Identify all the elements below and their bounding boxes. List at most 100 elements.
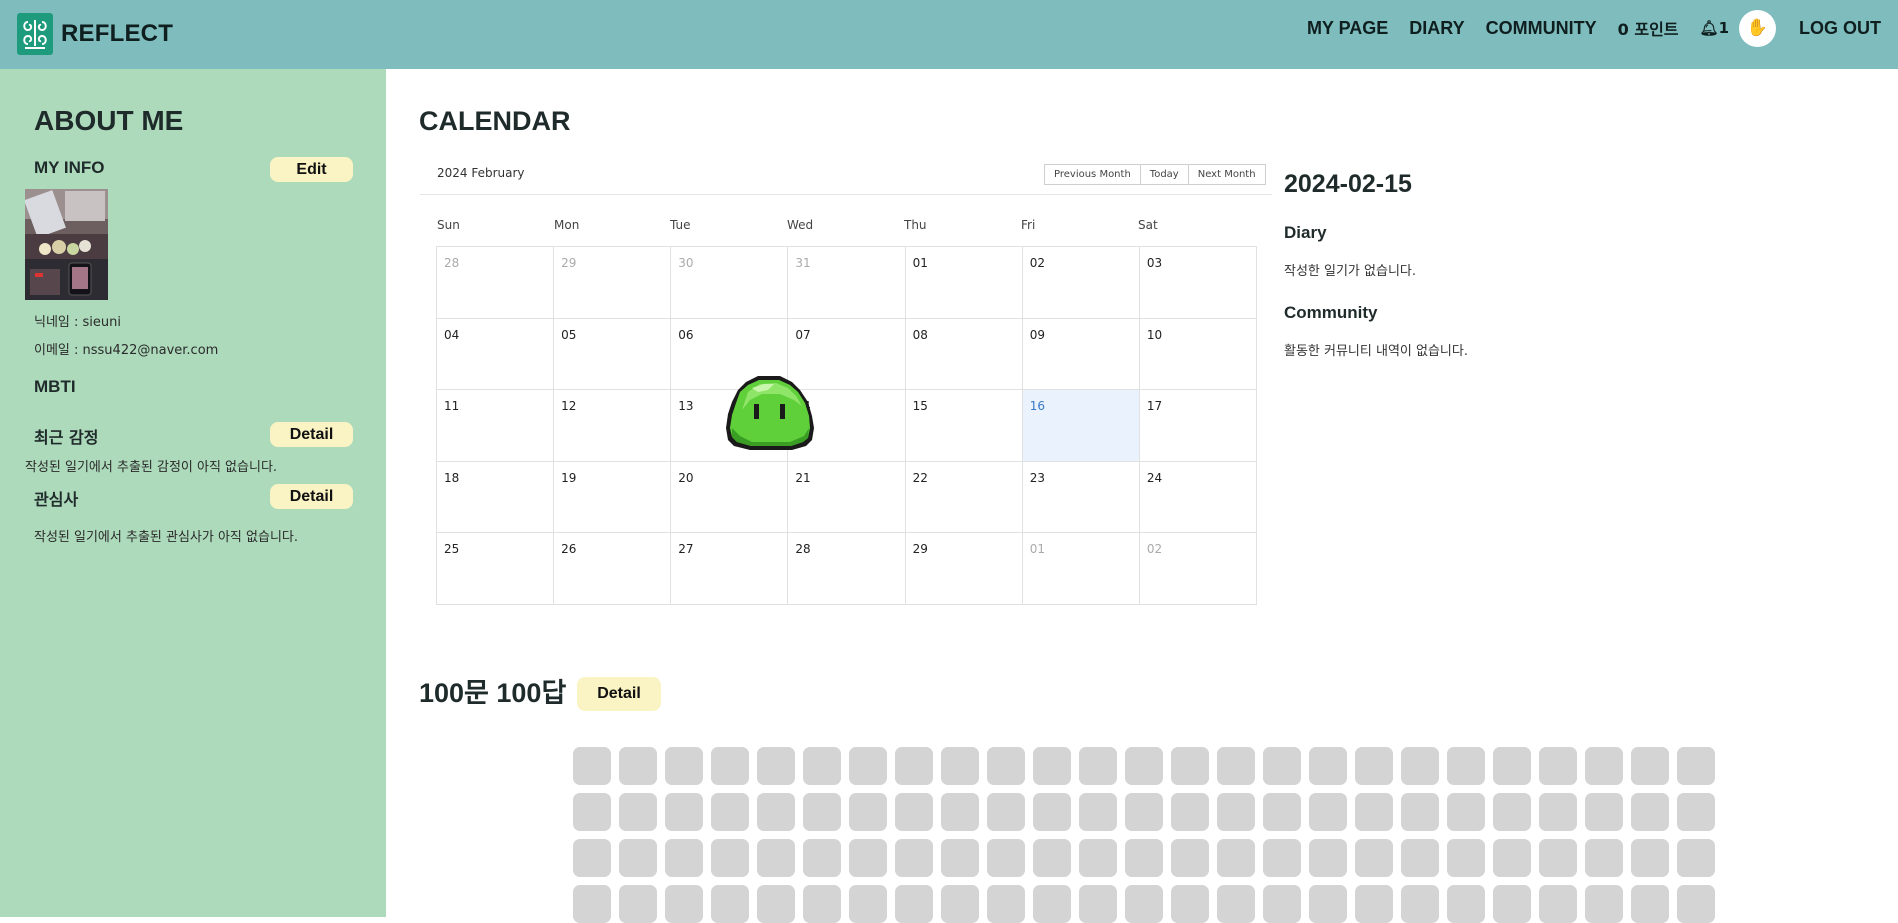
calendar-day[interactable]: 22 — [905, 461, 1023, 534]
calendar-day[interactable]: 05 — [554, 318, 672, 391]
qa-cell[interactable] — [1125, 885, 1163, 923]
qa-cell[interactable] — [1631, 839, 1669, 877]
qa-cell[interactable] — [1079, 793, 1117, 831]
calendar-day[interactable]: 21 — [788, 461, 906, 534]
qa-cell[interactable] — [1309, 885, 1347, 923]
calendar-day[interactable]: 30 — [671, 247, 789, 319]
qa-cell[interactable] — [987, 885, 1025, 923]
qa-cell[interactable] — [1447, 839, 1485, 877]
qa-cell[interactable] — [1447, 747, 1485, 785]
qa-cell[interactable] — [1171, 793, 1209, 831]
qa-cell[interactable] — [1401, 839, 1439, 877]
qa-cell[interactable] — [711, 885, 749, 923]
qa-cell[interactable] — [1631, 747, 1669, 785]
qa-cell[interactable] — [619, 839, 657, 877]
calendar-day[interactable]: 31 — [788, 247, 906, 319]
qa-cell[interactable] — [1677, 793, 1715, 831]
calendar-day[interactable]: 26 — [554, 533, 672, 605]
calendar-day[interactable]: 04 — [437, 318, 555, 391]
calendar-day[interactable]: 28 — [788, 533, 906, 605]
qa-cell[interactable] — [849, 747, 887, 785]
calendar-day[interactable]: 09 — [1022, 318, 1140, 391]
calendar-day[interactable]: 02 — [1139, 533, 1257, 605]
qa-cell[interactable] — [1079, 747, 1117, 785]
calendar-day[interactable]: 01 — [905, 247, 1023, 319]
reflect-logo[interactable] — [17, 13, 53, 55]
qa-cell[interactable] — [1355, 839, 1393, 877]
calendar-day[interactable]: 24 — [1139, 461, 1257, 534]
qa-cell[interactable] — [1493, 747, 1531, 785]
qa-cell[interactable] — [1493, 839, 1531, 877]
calendar-day[interactable]: 28 — [437, 247, 555, 319]
interest-detail-button[interactable]: Detail — [270, 484, 353, 509]
qa-cell[interactable] — [803, 839, 841, 877]
calendar-day[interactable]: 11 — [437, 390, 555, 462]
qa-cell[interactable] — [1447, 885, 1485, 923]
calendar-day[interactable]: 20 — [671, 461, 789, 534]
qa-cell[interactable] — [665, 747, 703, 785]
calendar-day[interactable]: 19 — [554, 461, 672, 534]
qa-cell[interactable] — [1309, 747, 1347, 785]
qa-cell[interactable] — [1263, 839, 1301, 877]
calendar-day[interactable]: 29 — [554, 247, 672, 319]
qa-cell[interactable] — [619, 885, 657, 923]
calendar-day[interactable]: 27 — [671, 533, 789, 605]
qa-cell[interactable] — [1585, 747, 1623, 785]
calendar-day[interactable]: 03 — [1139, 247, 1257, 319]
qa-cell[interactable] — [849, 885, 887, 923]
qa-cell[interactable] — [757, 885, 795, 923]
qa-cell[interactable] — [1217, 793, 1255, 831]
qa-cell[interactable] — [1447, 793, 1485, 831]
qa-cell[interactable] — [1125, 747, 1163, 785]
qa-cell[interactable] — [1401, 793, 1439, 831]
calendar-day-today[interactable]: 16 — [1022, 390, 1140, 462]
calendar-day[interactable]: 15 — [905, 390, 1023, 462]
qa-cell[interactable] — [1125, 839, 1163, 877]
qa-cell[interactable] — [941, 885, 979, 923]
edit-info-button[interactable]: Edit — [270, 157, 353, 182]
qa-cell[interactable] — [1217, 839, 1255, 877]
qa-cell[interactable] — [757, 839, 795, 877]
qa-cell[interactable] — [573, 839, 611, 877]
qa-cell[interactable] — [711, 793, 749, 831]
calendar-day[interactable]: 01 — [1022, 533, 1140, 605]
qa-cell[interactable] — [1401, 885, 1439, 923]
brand-name[interactable]: REFLECT — [61, 20, 173, 48]
next-month-button[interactable]: Next Month — [1189, 165, 1265, 184]
qa-cell[interactable] — [1309, 793, 1347, 831]
slime-mascot[interactable] — [718, 370, 824, 452]
calendar-day[interactable]: 17 — [1139, 390, 1257, 462]
qa-cell[interactable] — [1539, 839, 1577, 877]
calendar-day[interactable]: 02 — [1022, 247, 1140, 319]
qa-cell[interactable] — [1033, 793, 1071, 831]
qa-cell[interactable] — [803, 793, 841, 831]
qa-cell[interactable] — [849, 793, 887, 831]
qa-cell[interactable] — [1677, 747, 1715, 785]
qa-cell[interactable] — [1631, 885, 1669, 923]
calendar-day[interactable]: 12 — [554, 390, 672, 462]
qa-cell[interactable] — [711, 747, 749, 785]
qa-cell[interactable] — [619, 793, 657, 831]
logout-link[interactable]: LOG OUT — [1799, 18, 1881, 39]
qa-cell[interactable] — [619, 747, 657, 785]
qa-cell[interactable] — [803, 885, 841, 923]
qa-cell[interactable] — [1171, 885, 1209, 923]
qa-cell[interactable] — [987, 747, 1025, 785]
qa-cell[interactable] — [711, 839, 749, 877]
profile-avatar-button[interactable]: ✋ — [1739, 9, 1776, 47]
qa-cell[interactable] — [1263, 747, 1301, 785]
qa-cell[interactable] — [1401, 747, 1439, 785]
qa-cell[interactable] — [1079, 885, 1117, 923]
emotion-detail-button[interactable]: Detail — [270, 422, 353, 447]
qa-cell[interactable] — [941, 793, 979, 831]
calendar-day[interactable]: 23 — [1022, 461, 1140, 534]
nav-diary[interactable]: DIARY — [1409, 18, 1464, 39]
qa-cell[interactable] — [1079, 839, 1117, 877]
qa-cell[interactable] — [1033, 747, 1071, 785]
qa-cell[interactable] — [1309, 839, 1347, 877]
qa-cell[interactable] — [1539, 885, 1577, 923]
nav-community[interactable]: COMMUNITY — [1486, 18, 1597, 39]
calendar-day[interactable]: 10 — [1139, 318, 1257, 391]
qa-cell[interactable] — [941, 839, 979, 877]
qa-cell[interactable] — [1217, 747, 1255, 785]
